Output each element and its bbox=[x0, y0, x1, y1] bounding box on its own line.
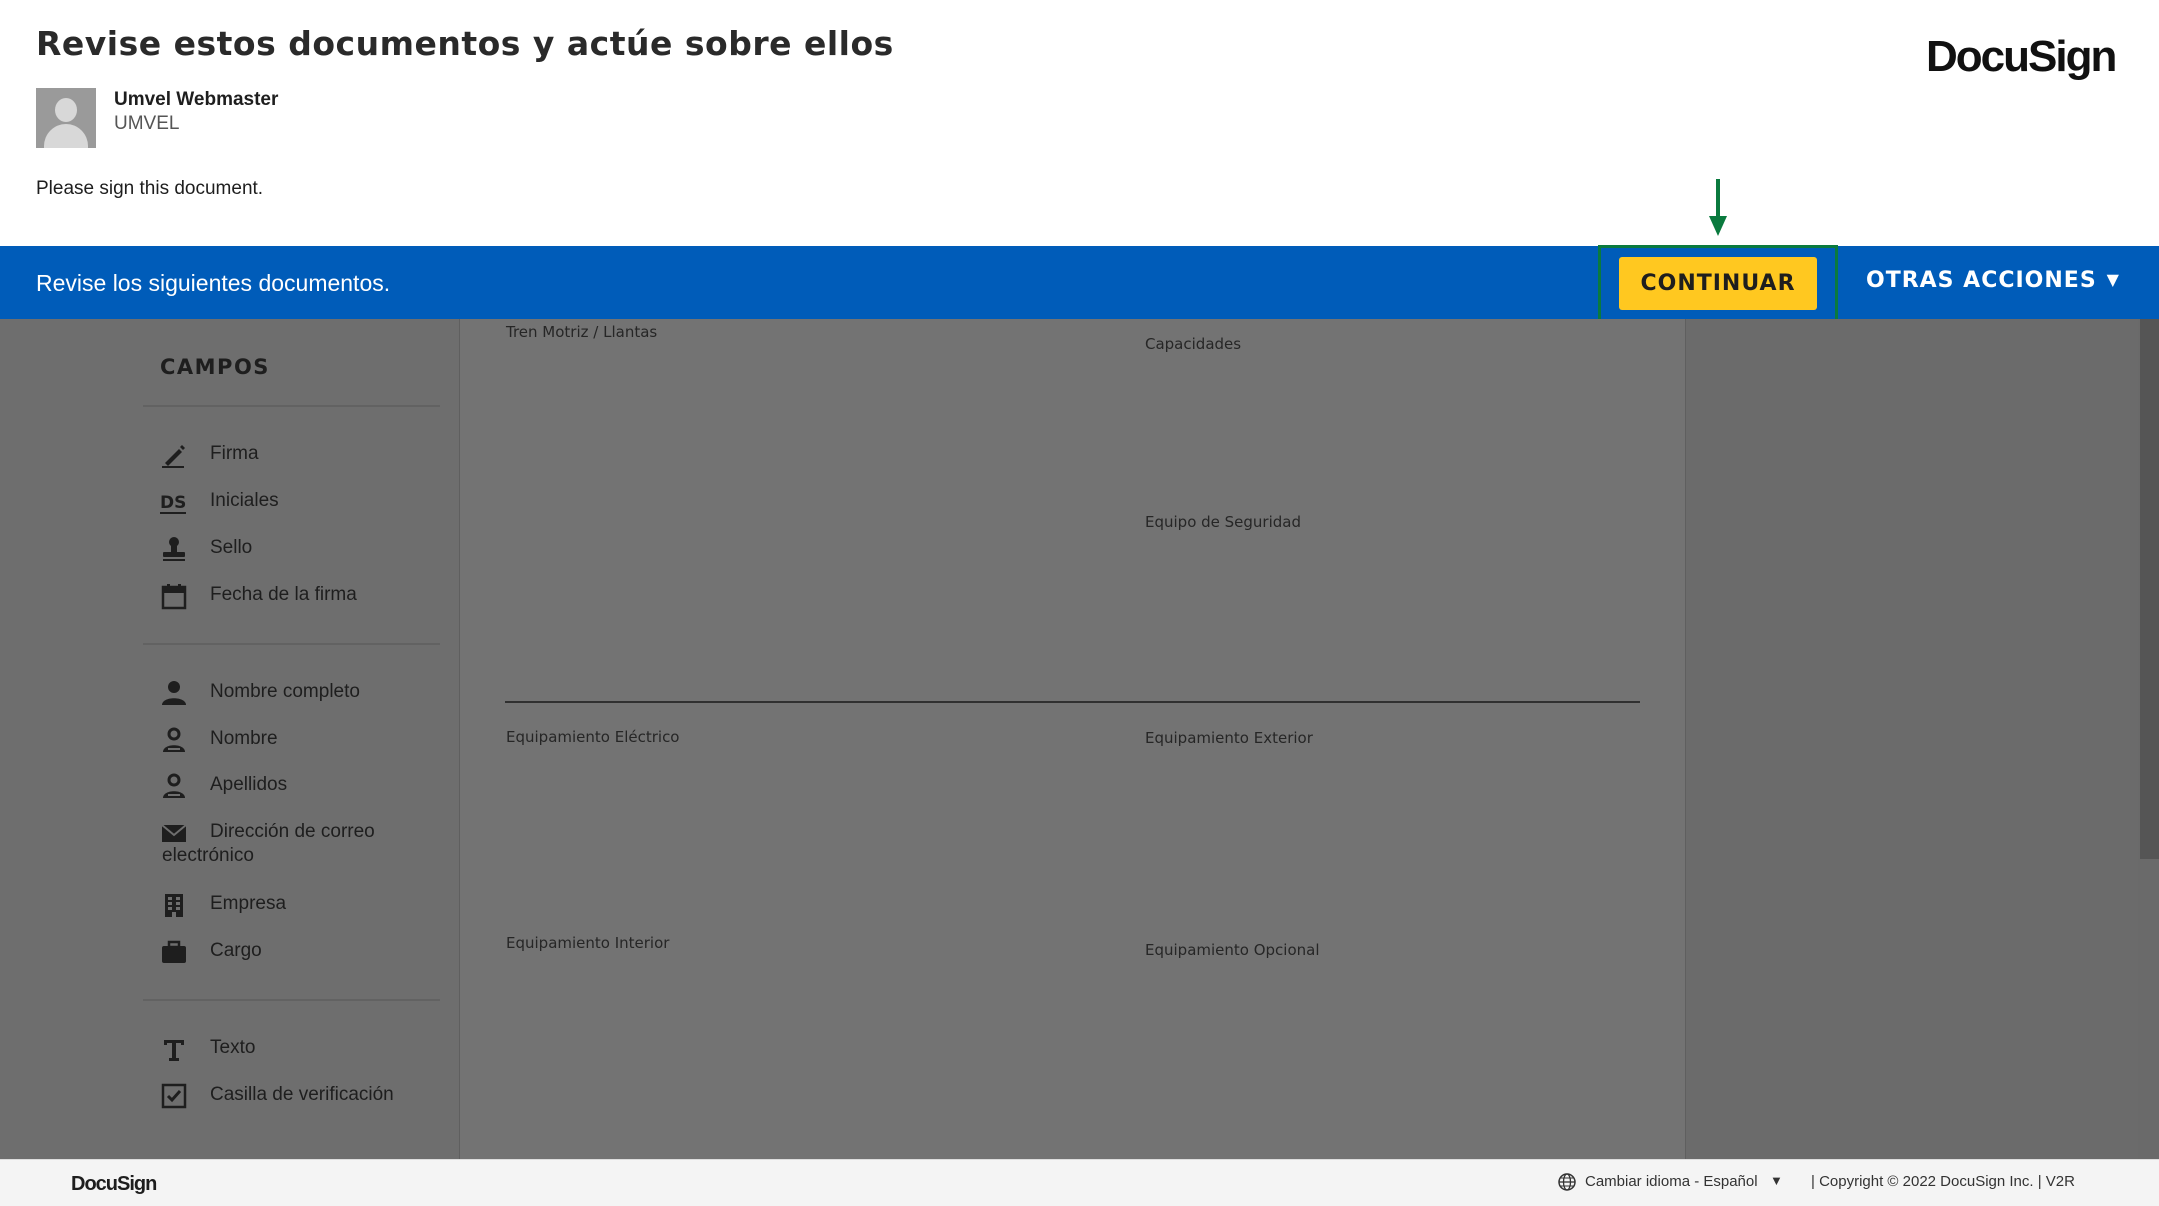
field-label: Nombre completo bbox=[210, 681, 360, 702]
annotation-arrow-icon bbox=[1716, 179, 1720, 219]
field-label: Cargo bbox=[210, 940, 262, 961]
globe-icon bbox=[1558, 1173, 1576, 1191]
text-icon bbox=[164, 1040, 184, 1061]
page-title: Revise estos documentos y actúe sobre el… bbox=[36, 24, 894, 63]
pen-icon bbox=[162, 445, 185, 468]
divider bbox=[143, 405, 440, 407]
building-icon bbox=[165, 894, 183, 917]
sender-name: Umvel Webmaster bbox=[114, 89, 279, 110]
doc-section-label: Equipamiento Eléctrico bbox=[506, 728, 680, 746]
envelope-icon bbox=[161, 824, 187, 842]
fields-title: CAMPOS bbox=[160, 355, 270, 379]
sender-company: UMVEL bbox=[114, 113, 180, 134]
footer-logo: DocuSign bbox=[71, 1173, 157, 1195]
field-label: Sello bbox=[210, 537, 253, 558]
field-label: Iniciales bbox=[210, 490, 279, 511]
doc-section-label: Equipo de Seguridad bbox=[1145, 513, 1302, 531]
action-bar-text: Revise los siguientes documentos. bbox=[36, 270, 391, 296]
ds-initials-icon: DS bbox=[160, 493, 186, 514]
doc-section-label: Capacidades bbox=[1145, 335, 1242, 353]
copyright-text: | Copyright © 2022 DocuSign Inc. | V2R bbox=[1811, 1173, 2075, 1190]
divider bbox=[143, 643, 440, 645]
field-label: Firma bbox=[210, 443, 259, 464]
fields-sidebar: CAMPOS Firma DS Iniciales Sello Fecha de… bbox=[0, 319, 460, 1159]
right-panel bbox=[1685, 319, 2139, 1159]
doc-section-label: Equipamiento Interior bbox=[506, 934, 670, 952]
stamp-icon bbox=[163, 537, 185, 561]
svg-text:DS: DS bbox=[160, 493, 186, 513]
field-label: Texto bbox=[210, 1037, 256, 1058]
footer: DocuSign Cambiar idioma - Español ▼ | Co… bbox=[0, 1159, 2159, 1206]
avatar bbox=[36, 88, 96, 148]
message-text: Please sign this document. bbox=[36, 178, 264, 199]
doc-divider-line bbox=[505, 701, 1640, 703]
doc-section-label: Equipamiento Exterior bbox=[1145, 729, 1313, 747]
person-outline-icon bbox=[163, 727, 185, 752]
field-label: Apellidos bbox=[210, 774, 288, 795]
continue-button[interactable]: CONTINUAR bbox=[1619, 257, 1817, 310]
field-label: Empresa bbox=[210, 893, 287, 914]
briefcase-icon bbox=[162, 940, 186, 963]
annotation-arrowhead-icon bbox=[1709, 216, 1727, 236]
field-label: Dirección de correo bbox=[210, 821, 375, 842]
field-label: Casilla de verificación bbox=[210, 1084, 394, 1105]
field-email[interactable]: Dirección de correo electrónico bbox=[160, 819, 460, 871]
caret-down-icon: ▼ bbox=[1770, 1173, 1783, 1188]
person-outline-icon bbox=[163, 773, 185, 798]
checkbox-icon bbox=[161, 1083, 187, 1109]
docusign-logo: DocuSign bbox=[1926, 32, 2117, 81]
field-label: Nombre bbox=[210, 728, 278, 749]
other-actions-label: OTRAS ACCIONES bbox=[1866, 268, 2097, 293]
doc-section-label: Tren Motriz / Llantas bbox=[506, 323, 658, 341]
header: Revise estos documentos y actúe sobre el… bbox=[0, 0, 2159, 246]
main-area: CAMPOS Firma DS Iniciales Sello Fecha de… bbox=[0, 319, 2159, 1159]
document-page[interactable]: Tren Motriz / Llantas Capacidades Equipo… bbox=[460, 319, 1685, 1159]
field-label-continued: electrónico bbox=[162, 845, 254, 866]
doc-section-label: Equipamiento Opcional bbox=[1145, 941, 1320, 959]
scrollbar-thumb[interactable] bbox=[2140, 319, 2159, 859]
calendar-icon bbox=[161, 584, 187, 610]
other-actions-menu[interactable]: OTRAS ACCIONES ▼ bbox=[1866, 268, 2120, 293]
person-icon bbox=[162, 681, 186, 705]
field-label: Fecha de la firma bbox=[210, 584, 357, 605]
language-label: Cambiar idioma - Español bbox=[1585, 1173, 1758, 1190]
divider bbox=[143, 999, 440, 1001]
caret-down-icon: ▼ bbox=[2106, 270, 2120, 289]
